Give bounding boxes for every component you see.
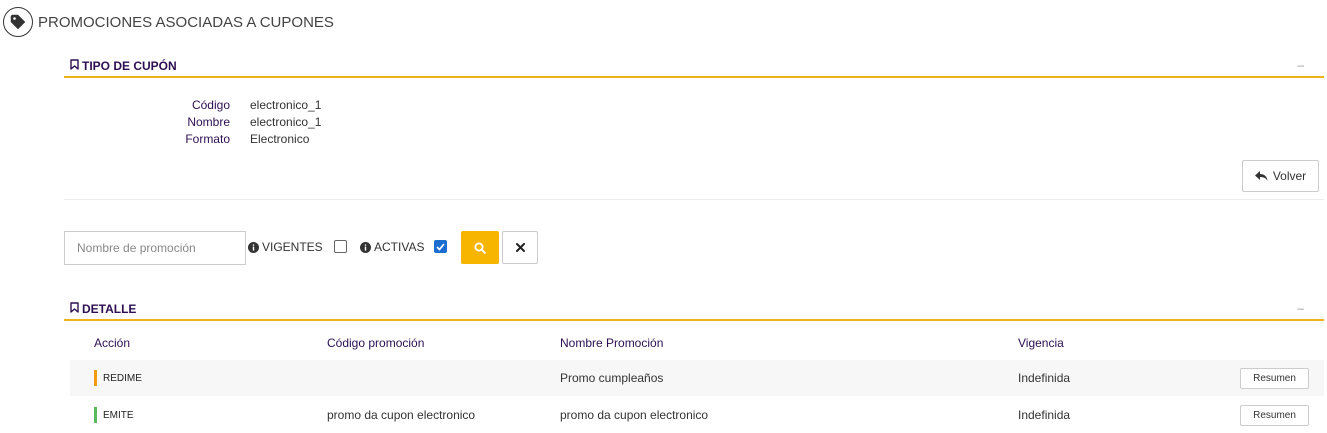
nombre-label: Nombre (187, 115, 230, 129)
page-title: PROMOCIONES ASOCIADAS A CUPONES (38, 13, 334, 31)
promotion-name-search-input[interactable] (64, 231, 246, 265)
search-button[interactable] (461, 231, 499, 264)
tipo-cupon-card: Código electronico_1 Nombre electronico_… (64, 80, 1324, 200)
tag-icon (3, 7, 33, 37)
formato-label: Formato (185, 132, 230, 146)
codigo-row: Código electronico_1 (64, 98, 1324, 115)
formato-row: Formato Electronico (64, 132, 1324, 149)
info-icon (248, 241, 259, 253)
column-header-vigencia: Vigencia (1018, 336, 1064, 350)
info-icon (360, 241, 371, 253)
tipo-cupon-title: TIPO DE CUPÓN (82, 59, 177, 73)
vigencia-cell: Indefinida (1018, 371, 1071, 385)
volver-button[interactable]: Volver (1242, 160, 1319, 192)
codigo-label: Código (191, 98, 230, 112)
activas-label: ACTIVAS (374, 240, 425, 254)
tipo-cupon-header: TIPO DE CUPÓN – (64, 56, 1324, 78)
nombre-row: Nombre electronico_1 (64, 115, 1324, 132)
formato-value: Electronico (250, 132, 310, 146)
close-icon (515, 243, 525, 252)
accion-cell: REDIME (103, 372, 142, 384)
table-row: REDIME Promo cumpleaños Indefinida Resum… (70, 360, 1324, 396)
vigencia-cell: Indefinida (1018, 408, 1071, 422)
bookmark-icon (70, 302, 79, 316)
detalle-title: DETALLE (82, 302, 137, 316)
detalle-header: DETALLE – (64, 299, 1324, 321)
page-header: PROMOCIONES ASOCIADAS A CUPONES (3, 7, 334, 37)
nombre-cell: promo da cupon electronico (560, 408, 709, 422)
activas-filter: ACTIVAS (360, 240, 424, 254)
table-row: EMITE promo da cupon electronico promo d… (70, 397, 1324, 433)
codigo-cell: promo da cupon electronico (327, 408, 476, 422)
column-header-codigo-promocion: Código promoción (327, 336, 425, 350)
vigentes-filter: VIGENTES (248, 240, 323, 254)
codigo-value: electronico_1 (250, 98, 322, 112)
check-icon (436, 242, 445, 251)
volver-label: Volver (1272, 169, 1307, 183)
accion-cell: EMITE (103, 409, 134, 421)
vigentes-checkbox[interactable] (334, 240, 347, 253)
nombre-cell: Promo cumpleaños (560, 371, 664, 385)
bookmark-icon (70, 59, 79, 73)
collapse-icon[interactable]: – (1297, 58, 1304, 72)
nombre-value: electronico_1 (250, 115, 322, 129)
resumen-button[interactable]: Resumen (1240, 405, 1309, 426)
reply-icon (1254, 170, 1268, 181)
action-color-bar (94, 407, 97, 423)
resumen-button[interactable]: Resumen (1240, 368, 1309, 389)
activas-checkbox[interactable] (434, 240, 447, 253)
collapse-icon[interactable]: – (1297, 301, 1304, 315)
search-icon (474, 242, 486, 254)
vigentes-label: VIGENTES (262, 240, 323, 254)
column-header-nombre-promocion: Nombre Promoción (560, 336, 664, 350)
action-color-bar (94, 370, 97, 386)
clear-filters-button[interactable] (502, 231, 538, 264)
column-header-accion: Acción (94, 336, 131, 350)
